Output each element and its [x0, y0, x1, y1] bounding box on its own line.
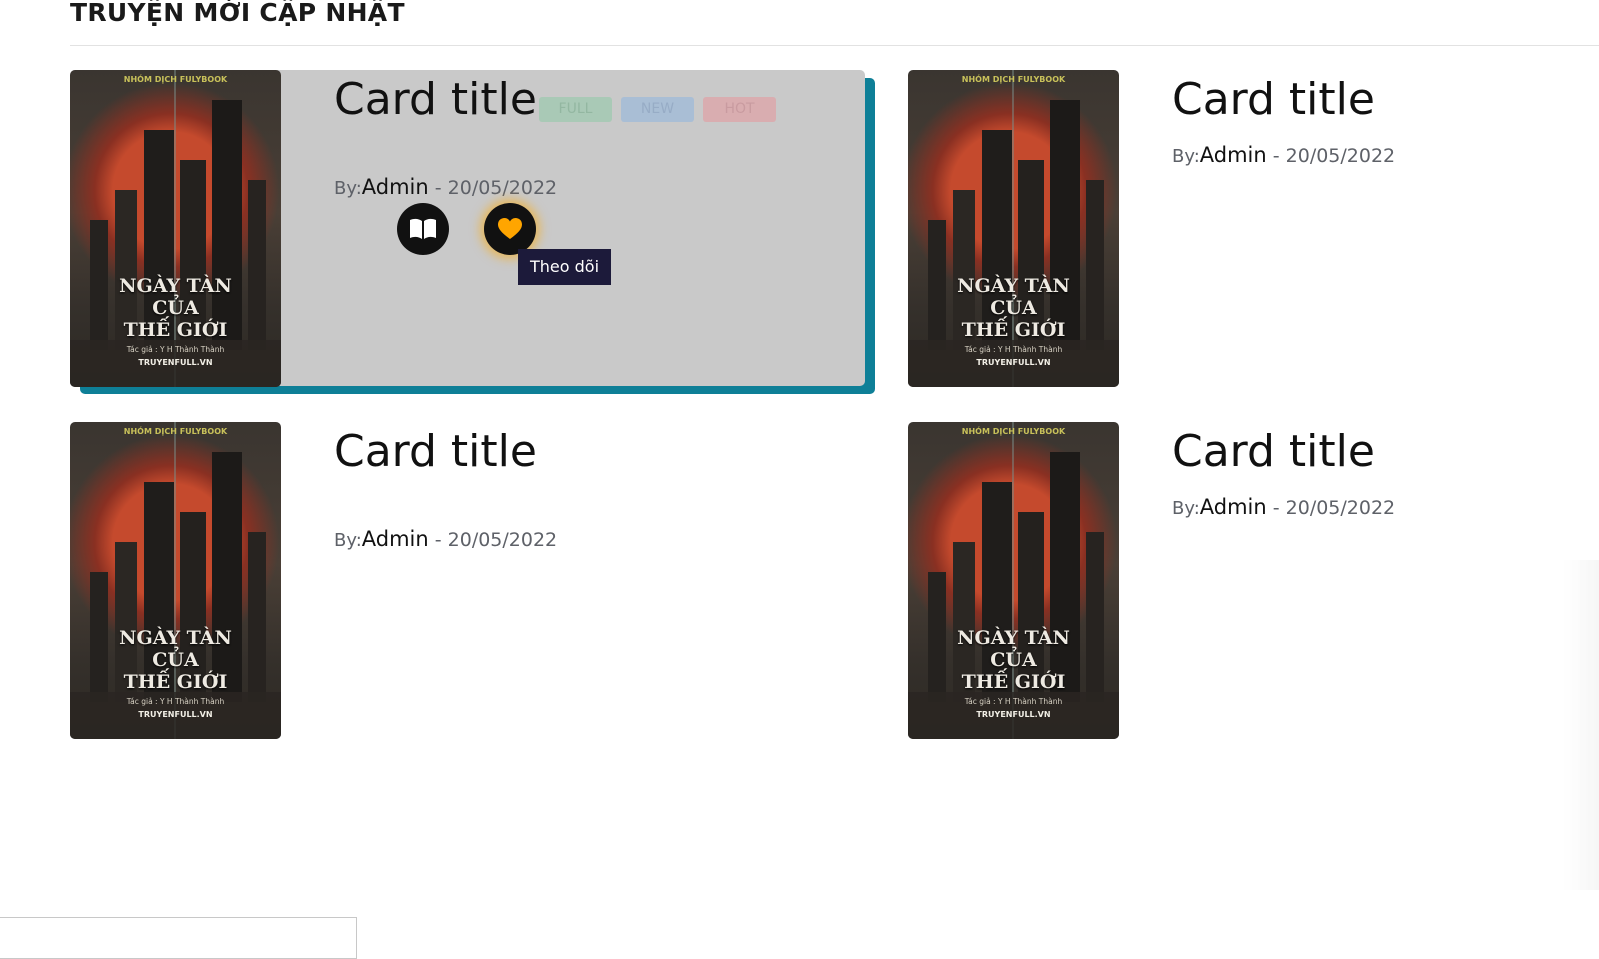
by-label: By:	[334, 178, 362, 199]
cover-author: Tác giả : Y H Thành Thành	[126, 345, 225, 354]
story-card[interactable]: NHÓM DỊCH FULYBOOK NGÀY TÀN CỦA THẾ GIỚI T…	[908, 70, 1599, 388]
story-card[interactable]: NHÓM DỊCH FULYBOOK NGÀY TÀN CỦA THẾ GIỚI T…	[908, 422, 1599, 740]
story-cover-image[interactable]: NHÓM DỊCH FULYBOOK NGÀY TÀN CỦA THẾ GIỚI T…	[70, 70, 281, 387]
cover-site: TRUYENFULL.VN	[138, 710, 213, 719]
author-link[interactable]: Admin	[1200, 143, 1267, 167]
cover-author: Tác giả : Y H Thành Thành	[964, 345, 1063, 354]
byline-separator: -	[428, 177, 448, 199]
cover-book-title: NGÀY TÀN CỦA THẾ GIỚI	[119, 275, 232, 341]
by-label: By:	[334, 530, 362, 551]
byline-separator: -	[428, 529, 448, 551]
author-link[interactable]: Admin	[1200, 495, 1267, 519]
badge-group: FULL NEW HOT	[539, 97, 776, 122]
heart-icon	[498, 218, 522, 239]
byline-separator: -	[1266, 497, 1286, 519]
post-date: 20/05/2022	[1285, 497, 1396, 519]
story-cover-image[interactable]: NHÓM DỊCH FULYBOOK NGÀY TÀN CỦA THẾ GIỚI T…	[908, 70, 1119, 387]
card-byline: By:Admin - 20/05/2022	[334, 175, 557, 199]
cover-team-label: NHÓM DỊCH FULYBOOK	[123, 75, 228, 84]
cover-site: TRUYENFULL.VN	[138, 358, 213, 367]
card-title[interactable]: Card title	[334, 74, 537, 125]
card-title[interactable]: Card title	[1172, 74, 1375, 125]
cover-book-title: NGÀY TÀN CỦA THẾ GIỚI	[957, 275, 1070, 341]
story-card[interactable]: NHÓM DỊCH FULYBOOK NGÀY TÀN CỦA THẾ GIỚI T…	[70, 70, 875, 388]
cover-book-title: NGÀY TÀN CỦA THẾ GIỚI	[119, 627, 232, 693]
by-label: By:	[1172, 498, 1200, 519]
badge-new: NEW	[621, 97, 694, 122]
card-title[interactable]: Card title	[1172, 426, 1375, 477]
post-date: 20/05/2022	[447, 177, 558, 199]
cover-site: TRUYENFULL.VN	[976, 358, 1051, 367]
card-byline: By:Admin - 20/05/2022	[1172, 495, 1395, 519]
section-title: TRUYỆN MỚI CẬP NHẬT	[70, 0, 405, 27]
byline-separator: -	[1266, 145, 1286, 167]
by-label: By:	[1172, 146, 1200, 167]
edge-shadow	[1563, 560, 1599, 890]
section-divider	[70, 45, 1599, 46]
story-cover-image[interactable]: NHÓM DỊCH FULYBOOK NGÀY TÀN CỦA THẾ GIỚI T…	[70, 422, 281, 739]
footer-box	[0, 917, 357, 959]
story-card[interactable]: NHÓM DỊCH FULYBOOK NGÀY TÀN CỦA THẾ GIỚI T…	[70, 422, 875, 740]
book-open-icon	[410, 218, 436, 239]
author-link[interactable]: Admin	[362, 175, 429, 199]
cover-author: Tác giả : Y H Thành Thành	[964, 697, 1063, 706]
card-byline: By:Admin - 20/05/2022	[1172, 143, 1395, 167]
follow-tooltip: Theo dõi	[518, 249, 611, 285]
card-title[interactable]: Card title	[334, 426, 537, 477]
cover-author: Tác giả : Y H Thành Thành	[126, 697, 225, 706]
post-date: 20/05/2022	[447, 529, 558, 551]
story-cover-image[interactable]: NHÓM DỊCH FULYBOOK NGÀY TÀN CỦA THẾ GIỚI T…	[908, 422, 1119, 739]
cover-site: TRUYENFULL.VN	[976, 710, 1051, 719]
badge-full: FULL	[539, 97, 612, 122]
follow-button[interactable]	[484, 203, 536, 255]
cover-team-label: NHÓM DỊCH FULYBOOK	[123, 427, 228, 436]
cover-team-label: NHÓM DỊCH FULYBOOK	[961, 427, 1066, 436]
post-date: 20/05/2022	[1285, 145, 1396, 167]
cover-team-label: NHÓM DỊCH FULYBOOK	[961, 75, 1066, 84]
author-link[interactable]: Admin	[362, 527, 429, 551]
badge-hot: HOT	[703, 97, 776, 122]
card-byline: By:Admin - 20/05/2022	[334, 527, 557, 551]
cover-book-title: NGÀY TÀN CỦA THẾ GIỚI	[957, 627, 1070, 693]
read-button[interactable]	[397, 203, 449, 255]
